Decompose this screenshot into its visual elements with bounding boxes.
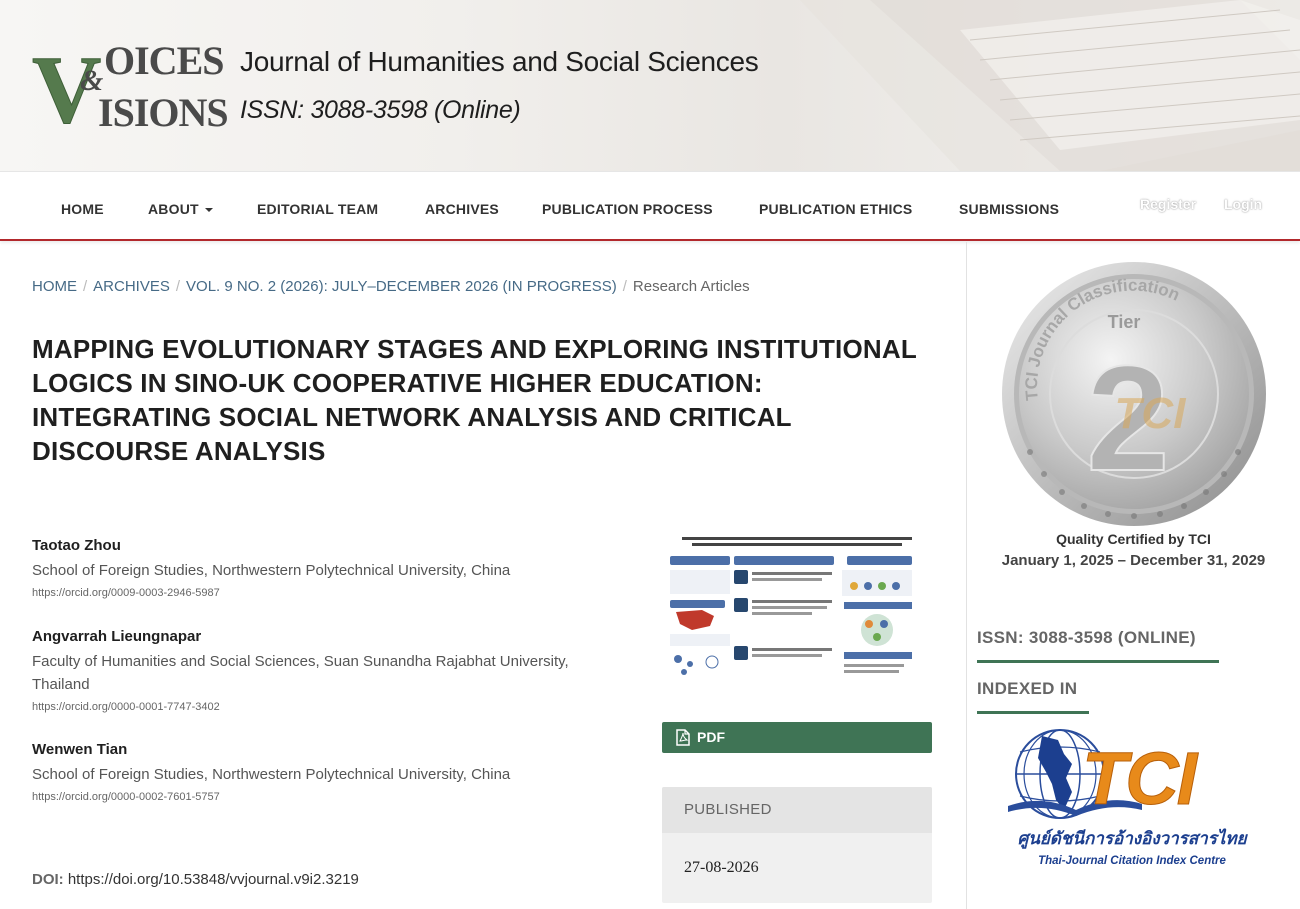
site-header: V OICES & ISIONS Journal of Humanities a…	[0, 0, 1300, 171]
author-affiliation: Faculty of Humanities and Social Science…	[32, 653, 569, 693]
nav-archives[interactable]: ARCHIVES	[425, 201, 499, 217]
nav-publication-ethics[interactable]: PUBLICATION ETHICS	[759, 201, 912, 217]
author-entry: Taotao Zhou School of Foreign Studies, N…	[32, 537, 592, 599]
journal-issn: ISSN: 3088-3598 (Online)	[240, 96, 521, 124]
author-orcid-link[interactable]: https://orcid.org/0000-0002-7601-5757	[32, 791, 592, 803]
register-link[interactable]: Register	[1140, 196, 1196, 212]
coin-tci-watermark: TCI	[1115, 389, 1187, 438]
indexed-in-heading: INDEXED IN	[977, 679, 1078, 698]
breadcrumb-archives[interactable]: ARCHIVES	[93, 278, 170, 295]
tci-tier-coin-badge[interactable]: TCI Journal Classification Tier 2 TCI	[998, 260, 1270, 528]
tci-thai-name: ศูนย์ดัชนีการอ้างอิงวารสารไทย	[1017, 828, 1248, 849]
certification-period: January 1, 2025 – December 31, 2029	[1001, 552, 1266, 569]
quality-certified-text: Quality Certified by TCI	[1056, 531, 1211, 547]
breadcrumb-issue[interactable]: VOL. 9 NO. 2 (2026): JULY–DECEMBER 2026 …	[186, 278, 617, 295]
tci-index-logo[interactable]: TCI ศูนย์ดัชนีการอ้างอิงวารสารไทย Thai-J…	[1002, 728, 1264, 872]
author-orcid-link[interactable]: https://orcid.org/0009-0003-2946-5987	[32, 587, 592, 599]
doi: DOI: https://doi.org/10.53848/vvjournal.…	[32, 871, 359, 888]
author-name: Taotao Zhou	[32, 537, 121, 554]
indexed-in-underline	[977, 711, 1089, 714]
caret-down-icon	[204, 208, 213, 213]
tci-english-name: Thai-Journal Citation Index Centre	[1038, 855, 1226, 867]
author-orcid-link[interactable]: https://orcid.org/0000-0001-7747-3402	[32, 701, 592, 713]
coin-tier-text: Tier	[1108, 312, 1141, 332]
published-label: PUBLISHED	[662, 787, 932, 833]
sidebar-divider	[966, 242, 967, 909]
breadcrumb-separator: /	[175, 278, 181, 295]
author-affiliation: School of Foreign Studies, Northwestern …	[32, 562, 511, 579]
nav-editorial-team[interactable]: EDITORIAL TEAM	[257, 201, 378, 217]
journal-name: Journal of Humanities and Social Science…	[240, 46, 759, 77]
published-box: PUBLISHED 27-08-2026	[662, 787, 932, 903]
pdf-download-button[interactable]: PDF	[662, 722, 932, 753]
login-link[interactable]: Login	[1224, 196, 1262, 212]
nav-publication-process[interactable]: PUBLICATION PROCESS	[542, 201, 713, 217]
journal-logo[interactable]: V OICES & ISIONS	[32, 36, 232, 132]
breadcrumb: HOME / ARCHIVES / VOL. 9 NO. 2 (2026): JULY–…	[32, 278, 750, 295]
sidebar-issn: ISSN: 3088-3598 (ONLINE)	[977, 628, 1196, 647]
svg-text:ISIONS: ISIONS	[98, 90, 228, 132]
nav-about-label: ABOUT	[148, 201, 199, 217]
author-affiliation: School of Foreign Studies, Northwestern …	[32, 766, 511, 783]
breadcrumb-current: Research Articles	[632, 278, 750, 295]
author-entry: Angvarrah Lieungnapar Faculty of Humanit…	[32, 628, 592, 713]
paper-stack-decoration	[800, 0, 1300, 171]
breadcrumb-separator: /	[622, 278, 627, 295]
author-entry: Wenwen Tian School of Foreign Studies, N…	[32, 741, 592, 803]
nav-submissions[interactable]: SUBMISSIONS	[959, 201, 1059, 217]
sidebar-issn-underline	[977, 660, 1219, 663]
nav-about[interactable]: ABOUT	[148, 201, 213, 217]
nav-home[interactable]: HOME	[61, 201, 104, 217]
doi-label: DOI:	[32, 871, 64, 888]
pdf-button-label: PDF	[697, 729, 725, 745]
graphical-abstract-thumbnail[interactable]	[662, 534, 932, 684]
author-name: Wenwen Tian	[32, 741, 128, 758]
published-date: 27-08-2026	[684, 859, 759, 876]
breadcrumb-home[interactable]: HOME	[32, 278, 77, 295]
author-name: Angvarrah Lieungnapar	[32, 628, 202, 645]
tci-wordmark: TCI	[1082, 737, 1199, 820]
breadcrumb-separator: /	[83, 278, 88, 295]
main-nav: HOME ABOUT EDITORIAL TEAM ARCHIVES PUBLI…	[0, 171, 1300, 241]
svg-text:OICES: OICES	[104, 38, 224, 83]
article-title: MAPPING EVOLUTIONARY STAGES AND EXPLORIN…	[32, 334, 917, 466]
doi-link[interactable]: https://doi.org/10.53848/vvjournal.v9i2.…	[68, 871, 359, 888]
pdf-file-icon	[676, 729, 690, 746]
